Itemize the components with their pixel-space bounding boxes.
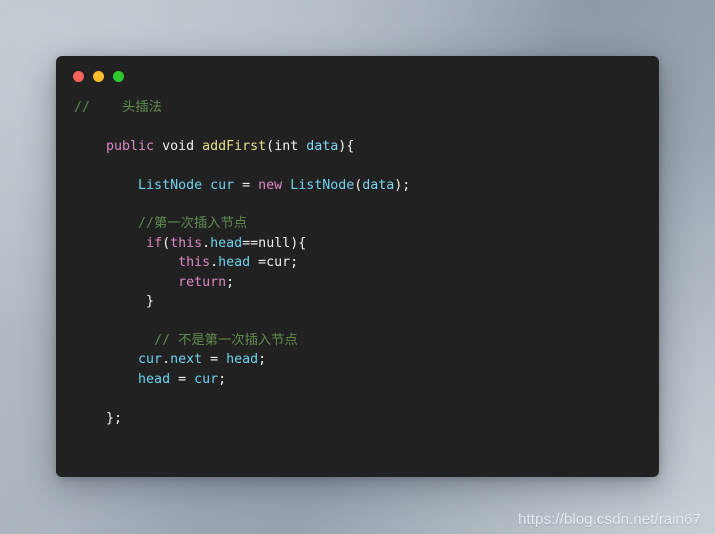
code-token-keyword: this <box>178 255 211 271</box>
code-line: // 不是第一次插入节点 <box>56 331 659 350</box>
code-token-plain: void <box>154 138 203 154</box>
code-token-type: head <box>210 235 243 251</box>
code-editor[interactable]: // 头插法 public void addFirst(int data){ L… <box>56 96 659 428</box>
code-token-keyword: new <box>258 177 283 193</box>
code-token-plain: =cur; <box>250 255 299 271</box>
code-line: this.head =cur; <box>56 253 659 272</box>
code-token-comment: //第一次插入节点 <box>138 216 248 232</box>
watermark-url: https://blog.csdn.net/rain67 <box>518 511 701 528</box>
code-token-param: data <box>362 177 395 193</box>
code-token-comment: // 不是第一次插入节点 <box>154 332 298 348</box>
code-token-type: cur <box>194 371 219 387</box>
code-token-type: head <box>218 255 251 271</box>
code-token-plain: . <box>210 255 219 271</box>
window-titlebar <box>56 56 659 96</box>
code-token-plain: ( <box>162 235 171 251</box>
code-token-keyword: this <box>170 235 203 251</box>
code-token-keyword: public <box>106 138 155 154</box>
code-token-plain: = <box>210 352 227 368</box>
code-token-plain: ==null){ <box>242 235 307 251</box>
code-token-param: data <box>306 138 339 154</box>
code-token-type: cur <box>138 352 163 368</box>
code-token-plain: ){ <box>338 138 355 154</box>
code-token-comment: // 头插法 <box>74 100 162 115</box>
code-line: ListNode cur = new ListNode(data); <box>56 176 659 195</box>
code-token-plain: ( <box>266 138 275 154</box>
code-token-type: ListNode <box>290 177 355 193</box>
code-token-plain: . <box>202 235 211 251</box>
code-token-type: next <box>170 352 211 368</box>
minimize-window-button[interactable] <box>93 70 104 82</box>
code-token-plain: . <box>162 352 171 368</box>
code-line: //第一次插入节点 <box>56 214 659 233</box>
code-token-plain: ; <box>226 274 235 290</box>
code-token-type: ListNode cur <box>138 177 243 193</box>
code-line: if(this.head==null){ <box>56 234 659 253</box>
code-line: public void addFirst(int data){ <box>56 137 659 156</box>
code-token-plain: ; <box>258 352 267 368</box>
close-window-button[interactable] <box>73 70 84 82</box>
code-token-type: head <box>138 371 179 387</box>
code-token-func: addFirst <box>202 138 267 154</box>
code-line: // 头插法 <box>56 98 659 117</box>
code-token-keyword: return <box>178 274 227 290</box>
code-token-plain: ; <box>218 371 227 387</box>
code-token-plain: } <box>74 294 155 310</box>
code-token-plain: = <box>178 371 195 387</box>
code-token-plain: int <box>274 138 307 154</box>
code-token-plain: = <box>242 177 259 193</box>
code-token-keyword: if <box>146 235 163 251</box>
code-line: return; <box>56 273 659 292</box>
code-snippet-window: // 头插法 public void addFirst(int data){ L… <box>56 56 659 477</box>
code-line: cur.next = head; <box>56 350 659 369</box>
code-line: head = cur; <box>56 370 659 389</box>
maximize-window-button[interactable] <box>113 70 124 82</box>
code-line: }; <box>56 409 659 428</box>
code-token-plain: }; <box>74 410 123 426</box>
code-line: } <box>56 292 659 311</box>
code-token-type: head <box>226 352 259 368</box>
code-token-plain: ); <box>394 177 411 193</box>
